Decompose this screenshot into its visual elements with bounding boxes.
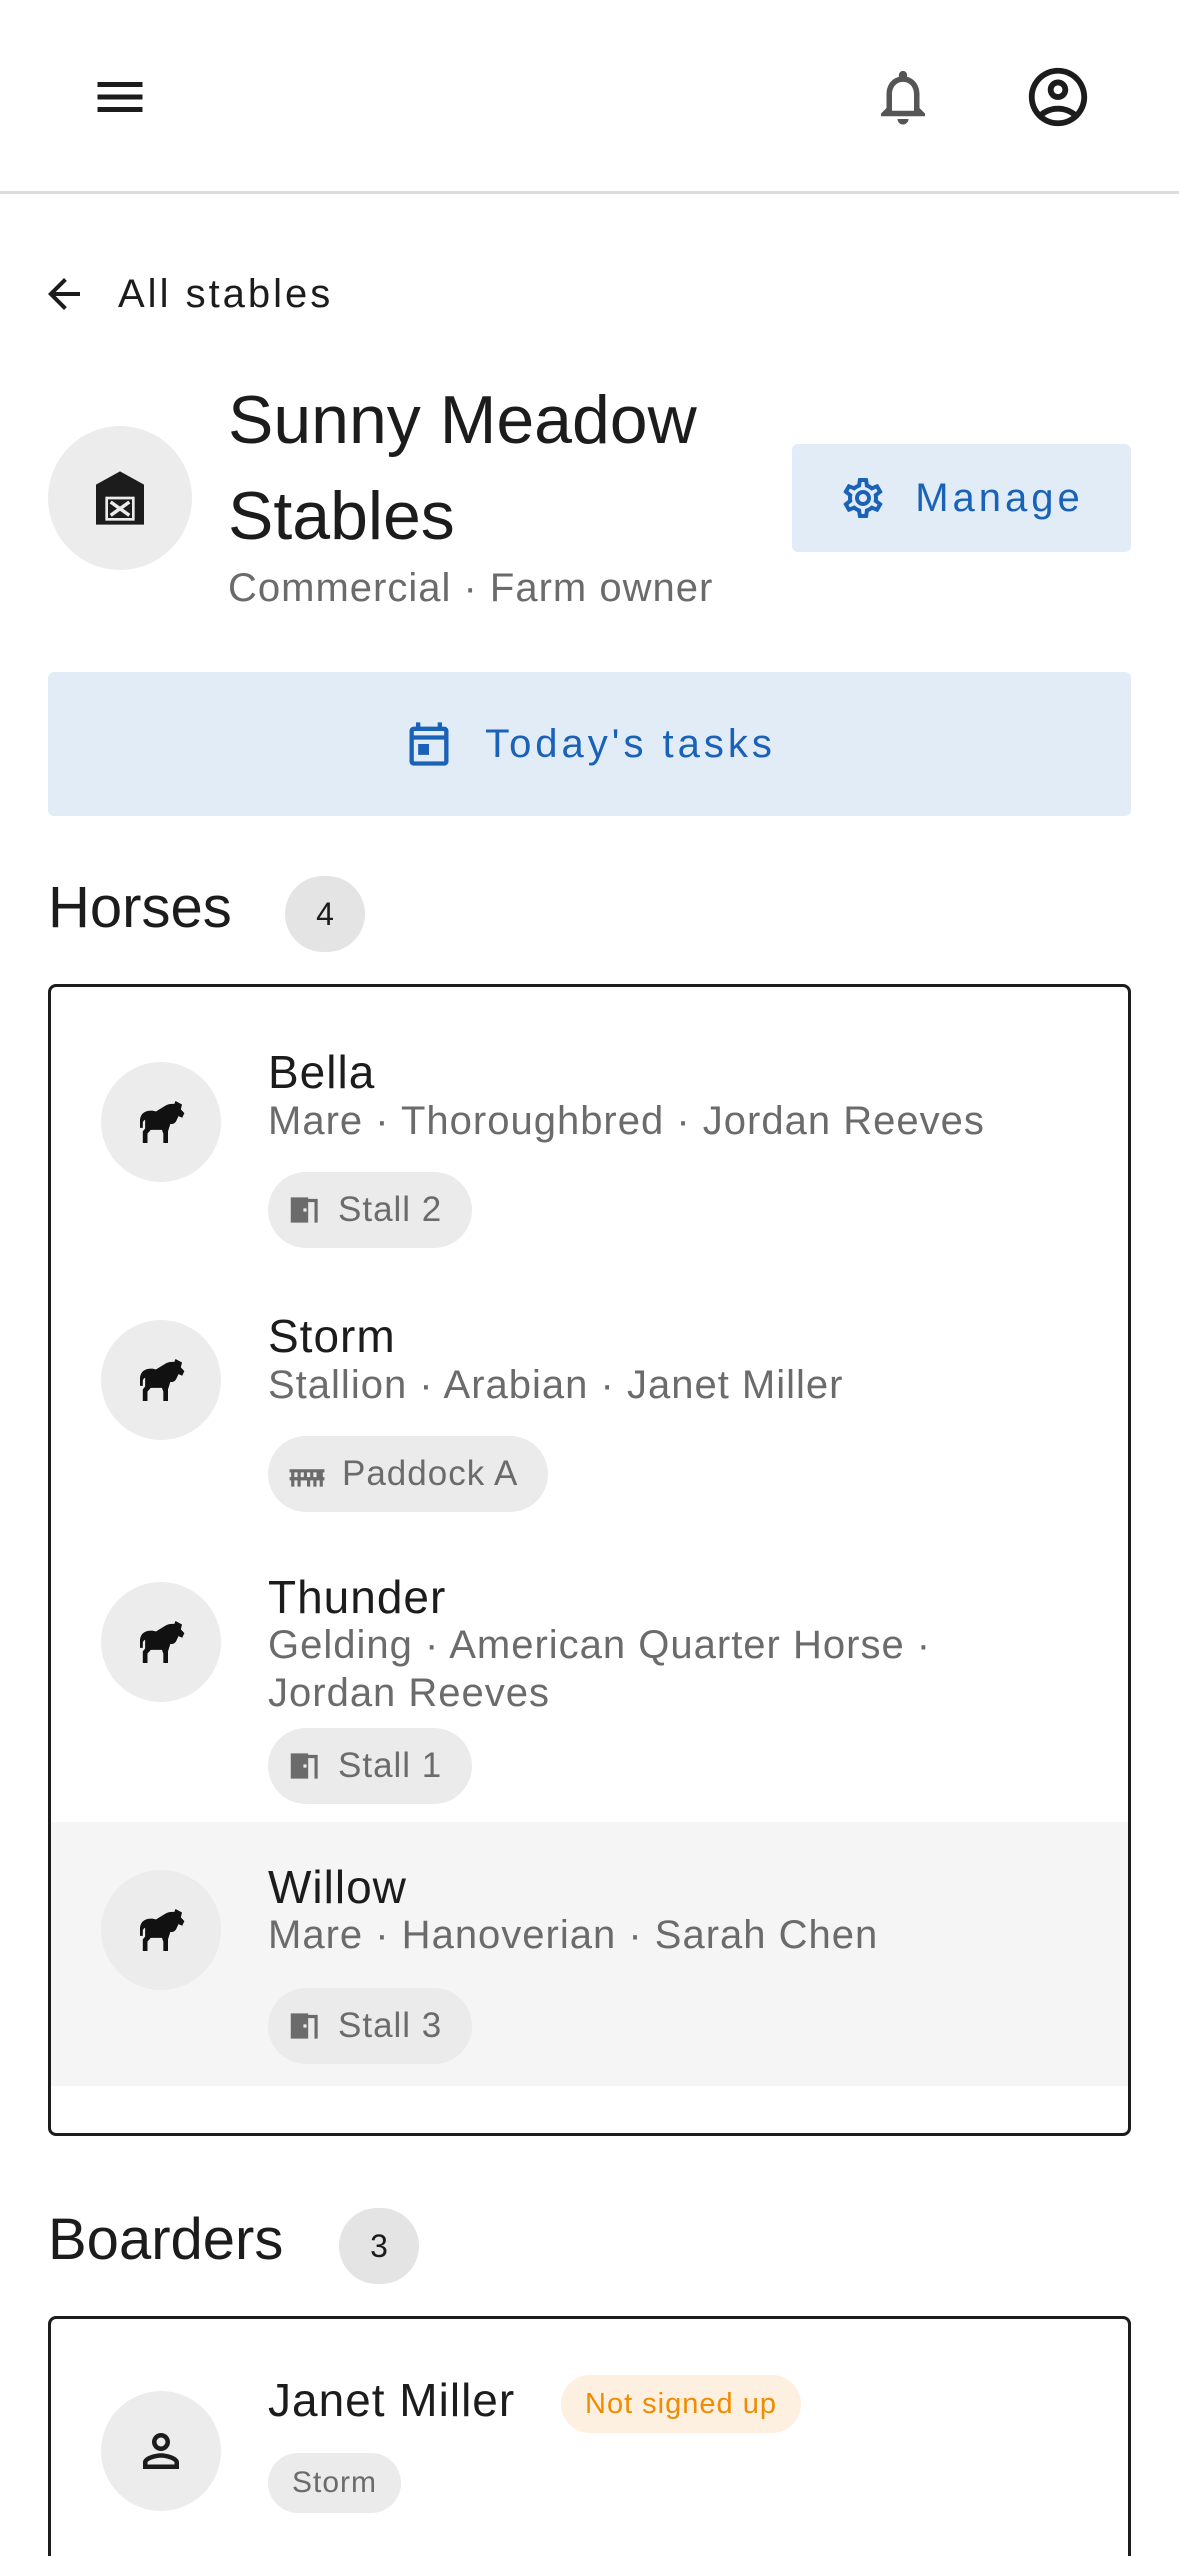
stable-avatar [48,426,192,570]
horse-meta: Mare · Hanoverian · Sarah Chen [268,1913,879,1957]
horse-location-label: Paddock A [342,1454,519,1493]
horse-icon [140,1101,185,1143]
boarders-count-badge: 3 [339,2208,419,2284]
horse-location-chip: Stall 1 [268,1728,473,1804]
todays-tasks-button[interactable]: Today's tasks [48,672,1131,816]
stall-icon [290,2013,318,2039]
back-to-all-stables-link[interactable]: All stables [40,262,333,326]
boarders-list: Janet Miller Not signed up Storm [48,2316,1131,2556]
horse-meta: Gelding · American Quarter Horse · Jorda… [268,1623,932,1715]
boarder-horse-label: Storm [292,2466,378,2499]
top-app-bar [0,0,1179,194]
page-title: Sunny Meadow Stables [228,382,697,554]
gear-icon [843,477,883,518]
horse-location-label: Stall 1 [338,1746,443,1785]
horse-meta: Mare · Thoroughbred · Jordan Reeves [268,1099,985,1143]
horse-row-bella[interactable]: Bella Mare · Thoroughbred · Jordan Reeve… [51,987,1128,1252]
stall-icon [290,1197,318,1223]
boarders-section-title: Boarders [48,2207,284,2272]
calendar-icon [409,722,449,766]
boarder-avatar [101,2391,221,2511]
menu-button[interactable] [70,52,170,142]
horse-meta: Stallion · Arabian · Janet Miller [268,1363,844,1407]
horse-row-willow[interactable]: Willow Mare · Hanoverian · Sarah Chen St… [51,1822,1128,2086]
manage-button[interactable]: Manage [792,444,1131,552]
status-badge: Not signed up [561,2375,801,2433]
horse-icon [140,1621,185,1663]
horse-name: Bella [268,1046,376,1098]
fence-icon [289,1469,325,1487]
horses-section-title: Horses [48,875,232,940]
arrow-left-icon [48,278,80,310]
boarder-name: Janet Miller [268,2374,516,2426]
horse-avatar [101,1870,221,1990]
boarder-row-janet-miller[interactable]: Janet Miller Not signed up Storm [51,2319,1128,2556]
boarder-horse-chip: Storm [268,2453,402,2513]
person-icon [143,2433,179,2469]
bell-icon [881,70,925,125]
todays-tasks-label: Today's tasks [485,721,776,766]
barn-icon [96,471,144,525]
horse-avatar [101,1582,221,1702]
horse-location-chip: Stall 3 [268,1988,473,2064]
notifications-button[interactable] [853,52,953,142]
horse-avatar [101,1062,221,1182]
horses-list: Bella Mare · Thoroughbred · Jordan Reeve… [48,984,1131,2136]
horse-location-chip: Paddock A [268,1436,549,1512]
horse-row-thunder[interactable]: Thunder Gelding · American Quarter Horse… [51,1514,1128,1822]
back-link-label: All stables [118,271,334,316]
horse-avatar [101,1320,221,1440]
stable-subtitle: Commercial · Farm owner [228,566,714,610]
menu-icon [97,82,143,112]
horse-name: Willow [268,1861,407,1913]
horse-name: Storm [268,1310,396,1362]
horse-icon [140,1359,185,1401]
horse-name: Thunder [268,1571,447,1623]
account-circle-icon [1028,67,1088,127]
horse-location-label: Stall 3 [338,2006,443,2045]
horse-icon [140,1909,185,1951]
manage-button-label: Manage [915,475,1084,520]
horses-count-badge: 4 [285,876,365,952]
horse-location-chip: Stall 2 [268,1172,473,1248]
horse-location-label: Stall 2 [338,1190,443,1229]
horse-row-storm[interactable]: Storm Stallion · Arabian · Janet Miller … [51,1252,1128,1514]
stall-icon [290,1753,318,1779]
account-button[interactable] [1008,52,1108,142]
